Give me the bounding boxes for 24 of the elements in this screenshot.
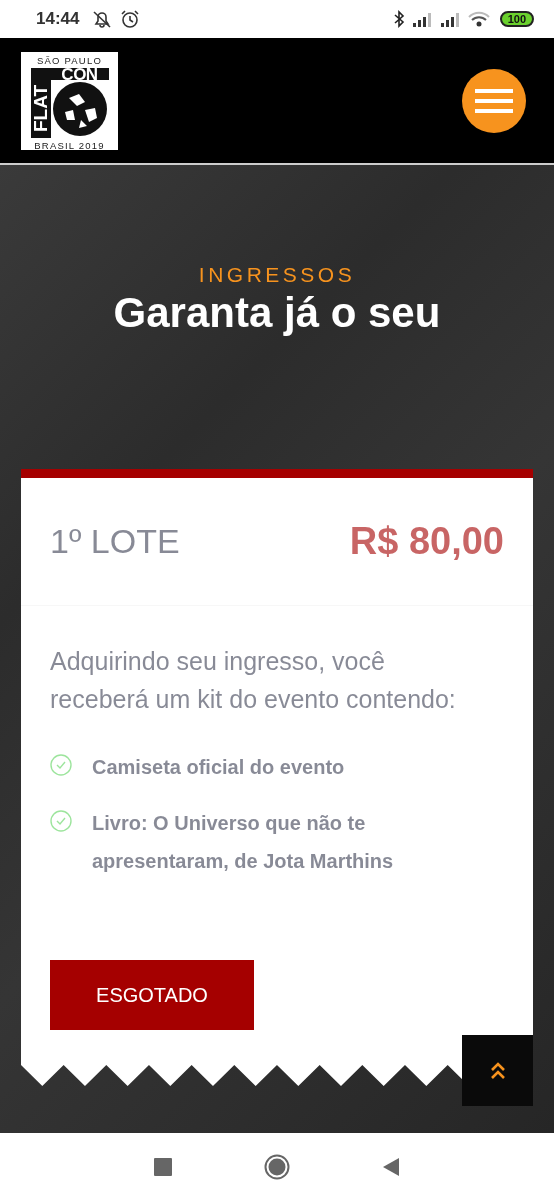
logo-text: FLAT	[31, 84, 50, 132]
check-circle-icon	[50, 810, 72, 832]
lot-label: 1º LOTE	[50, 522, 180, 561]
logo-text: SÃO PAULO	[37, 54, 102, 66]
section-title: Garanta já o seu	[113, 289, 441, 337]
double-chevron-up-icon	[489, 1061, 506, 1080]
logo-text: CON	[61, 67, 98, 82]
logo[interactable]: SÃO PAULO FLAT CON BRASIL 2019	[21, 51, 118, 150]
signal-icon	[411, 11, 434, 27]
kit-item: Livro: O Universo que não te apresentaram, de Jota Marthins	[92, 811, 395, 874]
home-button[interactable]	[264, 1153, 290, 1180]
kit-item: Camiseta oficial do evento	[92, 755, 345, 780]
wifi-icon	[467, 10, 490, 28]
ticket-description: Adquirindo seu ingresso, você receberá um kit do evento contendo:	[50, 646, 457, 715]
signal-icon	[439, 11, 462, 27]
battery-indicator: 100	[499, 11, 534, 27]
menu-icon	[475, 87, 513, 114]
logo-text: BRASIL 2019	[34, 139, 105, 151]
clock-time: 14:44	[36, 9, 80, 29]
check-circle-icon	[50, 754, 72, 776]
back-button[interactable]	[382, 1156, 400, 1177]
section-eyebrow: INGRESSOS	[198, 263, 356, 287]
recents-button[interactable]	[154, 1157, 172, 1176]
ticket-price: R$ 80,00	[349, 520, 504, 563]
